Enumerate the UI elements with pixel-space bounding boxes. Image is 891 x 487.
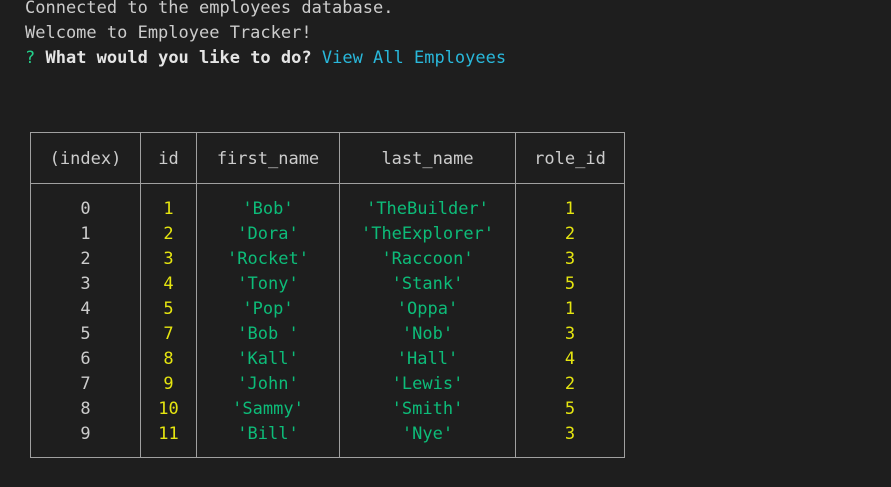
cell-id: 11 <box>158 424 179 444</box>
cell-index: 5 <box>80 324 91 344</box>
header-divider <box>31 183 624 184</box>
cell-role-id: 2 <box>564 224 576 244</box>
cell-role-id: 1 <box>564 299 576 319</box>
prompt-question-mark-icon: ? <box>25 48 36 68</box>
cell-first-name: 'Kall' <box>237 349 299 369</box>
table-row: 6 8 'Kall' 'Hall' 4 <box>31 347 624 372</box>
cell-last-name: 'TheExplorer' <box>360 224 495 244</box>
cell-last-name: 'Nye' <box>401 424 454 444</box>
cell-index: 0 <box>80 199 91 219</box>
cell-role-id: 1 <box>564 199 576 219</box>
cell-first-name: 'Bob ' <box>237 324 299 344</box>
cell-role-id: 3 <box>564 324 576 344</box>
cell-index: 8 <box>80 399 91 419</box>
cell-role-id: 5 <box>564 274 576 294</box>
prompt-question: What would you like to do? <box>45 48 312 68</box>
table-row: 4 5 'Pop' 'Oppa' 1 <box>31 297 624 322</box>
cell-last-name: 'TheBuilder' <box>366 199 489 219</box>
cell-index: 2 <box>80 249 91 269</box>
column-header-id: id <box>158 149 179 169</box>
cell-last-name: 'Raccoon' <box>381 249 474 269</box>
prompt-answer[interactable]: View All Employees <box>322 48 506 68</box>
table-row: 5 7 'Bob ' 'Nob' 3 <box>31 322 624 347</box>
table-row: 3 4 'Tony' 'Stank' 5 <box>31 272 624 297</box>
cell-index: 4 <box>80 299 91 319</box>
cell-index: 7 <box>80 374 91 394</box>
cell-index: 3 <box>80 274 91 294</box>
cell-id: 3 <box>163 249 174 269</box>
cell-id: 4 <box>163 274 174 294</box>
cell-first-name: 'Tony' <box>237 274 299 294</box>
cell-index: 6 <box>80 349 91 369</box>
cell-first-name: 'Rocket' <box>227 249 309 269</box>
cell-last-name: 'Nob' <box>401 324 454 344</box>
cell-last-name: 'Hall' <box>396 349 459 369</box>
cell-role-id: 4 <box>564 349 576 369</box>
table-row: 2 3 'Rocket' 'Raccoon' 3 <box>31 247 624 272</box>
cell-last-name: 'Lewis' <box>391 374 464 394</box>
cell-last-name: 'Stank' <box>391 274 464 294</box>
column-header-role-id: role_id <box>534 149 606 169</box>
cell-index: 9 <box>80 424 91 444</box>
prompt-line[interactable]: ? What would you like to do? View All Em… <box>25 46 506 71</box>
cell-first-name: 'Pop' <box>242 299 294 319</box>
cell-first-name: 'Bob' <box>242 199 294 219</box>
cell-id: 7 <box>163 324 174 344</box>
table-row: 8 10 'Sammy' 'Smith' 5 <box>31 397 624 422</box>
cell-id: 10 <box>158 399 179 419</box>
table-row: 7 9 'John' 'Lewis' 2 <box>31 372 624 397</box>
cell-id: 8 <box>163 349 174 369</box>
column-header-index: (index) <box>49 149 122 169</box>
cell-index: 1 <box>80 224 91 244</box>
cell-role-id: 5 <box>564 399 576 419</box>
cell-first-name: 'Bill' <box>237 424 299 444</box>
cell-id: 1 <box>163 199 174 219</box>
table-row: 9 11 'Bill' 'Nye' 3 <box>31 422 624 447</box>
cell-role-id: 3 <box>564 424 576 444</box>
cell-first-name: 'John' <box>237 374 299 394</box>
cell-id: 5 <box>163 299 174 319</box>
cell-last-name: 'Oppa' <box>396 299 459 319</box>
table-row: 0 1 'Bob' 'TheBuilder' 1 <box>31 197 624 222</box>
cell-first-name: 'Dora' <box>237 224 299 244</box>
status-line-welcome: Welcome to Employee Tracker! <box>25 23 312 43</box>
cell-first-name: 'Sammy' <box>232 399 304 419</box>
cell-id: 9 <box>163 374 174 394</box>
cell-last-name: 'Smith' <box>391 399 464 419</box>
cell-role-id: 3 <box>564 249 576 269</box>
cell-role-id: 2 <box>564 374 576 394</box>
table-row: 1 2 'Dora' 'TheExplorer' 2 <box>31 222 624 247</box>
column-header-last-name: last_name <box>381 149 474 169</box>
cell-id: 2 <box>163 224 174 244</box>
employees-table: (index) id first_name last_name role_id … <box>30 132 625 458</box>
status-line-connected: Connected to the employees database. <box>25 0 394 18</box>
table-header-row: (index) id first_name last_name role_id <box>31 133 624 183</box>
column-header-first-name: first_name <box>216 149 320 169</box>
